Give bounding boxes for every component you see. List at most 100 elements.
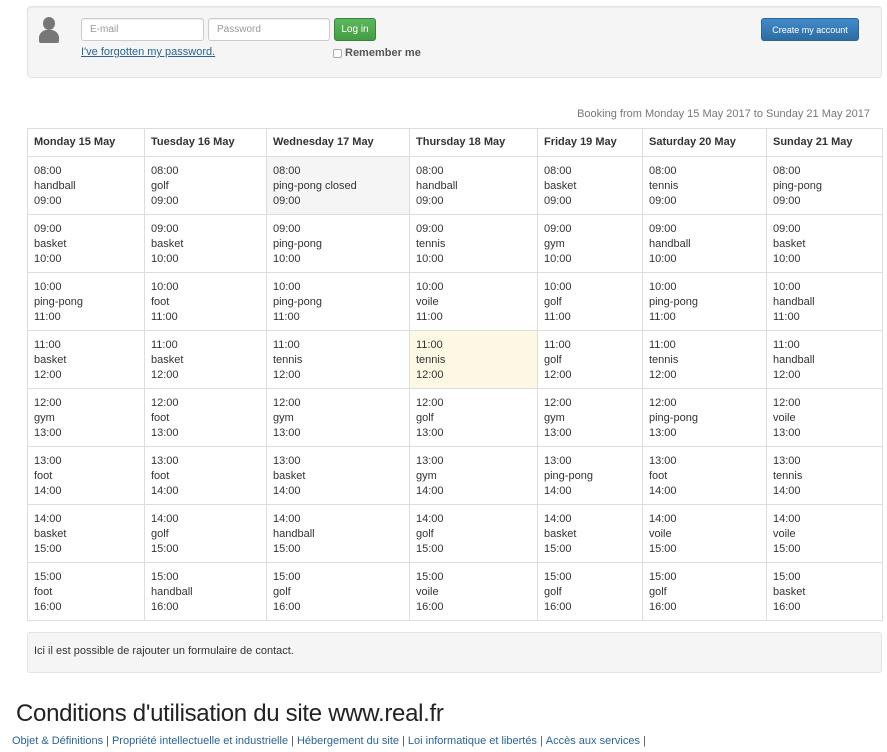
booking-cell[interactable]: 08:00 golf 09:00 [144,156,267,215]
booking-cell[interactable]: 15:00 handball 16:00 [144,562,267,621]
booking-cell[interactable]: 08:00 basket 09:00 [537,156,643,215]
booking-cell[interactable]: 14:00 basket 15:00 [27,504,145,563]
booking-cell[interactable]: 15:00 golf 16:00 [537,562,643,621]
footer-link[interactable]: Hébergement du site [297,735,399,747]
booking-cell[interactable]: 15:00 basket 16:00 [766,562,883,621]
booking-cell[interactable]: 14:00 golf 15:00 [144,504,267,563]
slot-start: 10:00 [151,281,179,293]
booking-cell[interactable]: 15:00 golf 16:00 [266,562,410,621]
booking-cell[interactable]: 10:00 golf 11:00 [537,272,643,331]
booking-cell[interactable]: 13:00 foot 14:00 [642,446,767,505]
slot-start: 10:00 [773,281,801,293]
booking-range: Booking from Monday 15 May 2017 to Sunda… [577,108,870,120]
footer-separator: | [106,735,109,747]
booking-cell[interactable]: 10:00 voile 11:00 [409,272,538,331]
slot-end: 13:00 [773,427,801,439]
day-header: Sunday 21 May [766,128,883,157]
booking-cell[interactable]: 10:00 foot 11:00 [144,272,267,331]
booking-cell[interactable]: 14:00 voile 15:00 [766,504,883,563]
booking-cell[interactable]: 09:00 basket 10:00 [766,214,883,273]
slot-start: 12:00 [773,397,801,409]
booking-cell[interactable]: 11:00 basket 12:00 [27,330,145,389]
booking-cell[interactable]: 13:00 tennis 14:00 [766,446,883,505]
booking-cell[interactable]: 11:00 tennis 12:00 [266,330,410,389]
booking-cell[interactable]: 10:00 handball 11:00 [766,272,883,331]
booking-cell[interactable]: 08:00 ping-pong 09:00 [766,156,883,215]
booking-cell[interactable]: 12:00 golf 13:00 [409,388,538,447]
slot-end: 09:00 [151,195,179,207]
footer-link[interactable]: Objet & Définitions [12,735,103,747]
booking-cell[interactable]: 10:00 ping-pong 11:00 [642,272,767,331]
slot-end: 11:00 [649,311,676,323]
booking-cell[interactable]: 11:00 tennis 12:00 [642,330,767,389]
slot-activity: handball [773,296,815,308]
booking-cell[interactable]: 14:00 basket 15:00 [537,504,643,563]
footer-link[interactable]: Accès aux services [546,735,640,747]
booking-cell[interactable]: 10:00 ping-pong 11:00 [266,272,410,331]
booking-cell[interactable]: 13:00 ping-pong 14:00 [537,446,643,505]
booking-cell[interactable]: 09:00 gym 10:00 [537,214,643,273]
booking-cell[interactable]: 11:00 handball 12:00 [766,330,883,389]
login-button[interactable]: Log in [334,18,376,41]
slot-start: 12:00 [273,397,301,409]
day-header-row: Monday 15 May Tuesday 16 May Wednesday 17 … [27,128,883,157]
slot-end: 11:00 [773,311,800,323]
booking-cell[interactable]: 09:00 basket 10:00 [27,214,145,273]
booking-cell[interactable]: 08:00 handball 09:00 [409,156,538,215]
slot-start: 08:00 [151,165,179,177]
slot-start: 14:00 [773,513,801,525]
slot-activity: ping-pong [544,470,593,482]
slot-start: 12:00 [649,397,677,409]
booking-cell[interactable]: 12:00 gym 13:00 [537,388,643,447]
booking-cell[interactable]: 14:00 golf 15:00 [409,504,538,563]
booking-cell[interactable]: 12:00 foot 13:00 [144,388,267,447]
slot-activity: golf [544,586,562,598]
booking-cell[interactable]: 13:00 foot 14:00 [27,446,145,505]
slot-end: 16:00 [649,601,677,613]
footer-link[interactable]: Propriété intellectuelle et industrielle [112,735,288,747]
slot-start: 08:00 [34,165,62,177]
booking-cell[interactable]: 09:00 basket 10:00 [144,214,267,273]
footer-title: Conditions d'utilisation du site www.rea… [16,700,444,727]
booking-cell[interactable]: 08:00 handball 09:00 [27,156,145,215]
booking-cell[interactable]: 13:00 basket 14:00 [266,446,410,505]
booking-cell[interactable]: 13:00 gym 14:00 [409,446,538,505]
booking-cell[interactable]: 11:00 tennis 12:00 [409,330,538,389]
booking-cell[interactable]: 08:00 tennis 09:00 [642,156,767,215]
slot-end: 14:00 [416,485,444,497]
time-slot-row: 13:00 foot 14:00 13:00 foot 14:00 13:00 basket 1… [27,446,883,505]
forgot-password-link[interactable]: I've forgotten my password. [81,46,215,58]
booking-cell[interactable]: 12:00 gym 13:00 [27,388,145,447]
slot-end: 09:00 [273,195,301,207]
slot-end: 12:00 [34,369,62,381]
remember-me[interactable]: Remember me [333,47,421,59]
booking-cell[interactable]: 12:00 gym 13:00 [266,388,410,447]
booking-cell[interactable]: 10:00 ping-pong 11:00 [27,272,145,331]
booking-cell[interactable]: 09:00 handball 10:00 [642,214,767,273]
slot-activity: voile [416,586,439,598]
slot-start: 11:00 [416,339,443,351]
booking-cell[interactable]: 15:00 voile 16:00 [409,562,538,621]
booking-cell[interactable]: 09:00 ping-pong 10:00 [266,214,410,273]
booking-cell[interactable]: 11:00 basket 12:00 [144,330,267,389]
booking-cell[interactable]: 14:00 voile 15:00 [642,504,767,563]
booking-cell[interactable]: 15:00 foot 16:00 [27,562,145,621]
booking-cell[interactable]: 14:00 handball 15:00 [266,504,410,563]
email-input[interactable] [81,18,204,41]
slot-activity: foot [34,470,53,482]
password-input[interactable] [208,18,330,41]
booking-cell[interactable]: 12:00 voile 13:00 [766,388,883,447]
booking-cell[interactable]: 08:00 ping-pong closed 09:00 [266,156,410,215]
booking-cell[interactable]: 11:00 golf 12:00 [537,330,643,389]
booking-cell[interactable]: 15:00 golf 16:00 [642,562,767,621]
footer-link[interactable]: Loi informatique et libertés [408,735,537,747]
booking-cell[interactable]: 13:00 foot 14:00 [144,446,267,505]
footer-separator: | [402,735,405,747]
slot-activity: voile [649,528,672,540]
slot-start: 14:00 [544,513,572,525]
booking-cell[interactable]: 12:00 ping-pong 13:00 [642,388,767,447]
remember-me-checkbox[interactable] [333,48,342,58]
slot-activity: voile [773,412,796,424]
booking-cell[interactable]: 09:00 tennis 10:00 [409,214,538,273]
create-account-button[interactable]: Create my account [761,18,859,41]
